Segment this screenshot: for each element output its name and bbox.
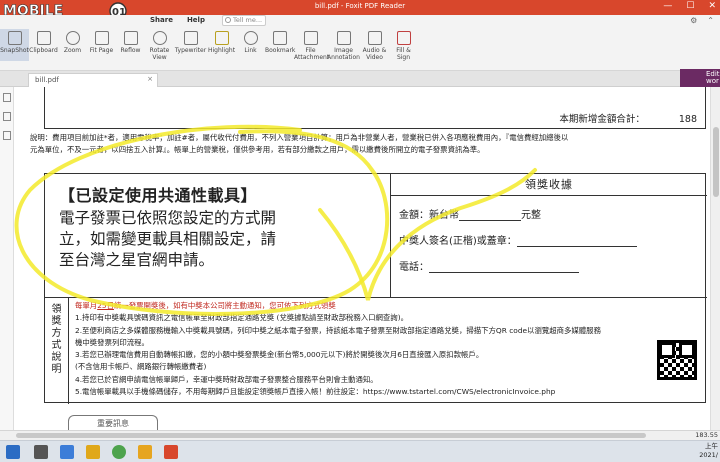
carrier-notice: 【已設定使用共通性載具】 電子發票已依照您設定的方式開 立，如需變更載具相關設定… [45,174,391,298]
qr-code [657,340,697,380]
typewriter-tool[interactable]: Typewriter [174,29,207,61]
receipt-title: 領獎收據 [391,174,707,196]
image-annotation-tool[interactable]: Image Annotation [327,29,360,61]
carrier-line: 電子發票已依照您設定的方式開 [59,209,277,227]
receipt-amount: 金額：新台幣 元整 [399,210,541,221]
notice-item: 2.至便利商店之多媒體服務機輸入中獎載具號碼，列印中獎之紙本電子發票，持該紙本電… [75,325,601,335]
folder-icon[interactable] [138,445,152,459]
taskbar-clock[interactable]: 上午 2021/ [699,442,718,460]
important-info-header: 重要訊息 [68,415,158,430]
horizontal-scrollbar[interactable] [16,433,646,438]
ribbon: Share Help Tell me... ⚙ ⌃ SnapShot Clipb… [0,15,720,71]
vertical-scrollbar[interactable] [710,87,720,430]
link-tool[interactable]: Link [236,29,265,61]
prize-receipt: 領獎收據 金額：新台幣 元整 中獎人簽名(正楷)或蓋章： 電話： [391,174,707,298]
notice-item: (不含信用卡帳戶、網路銀行轉帳繳費者) [75,362,207,372]
minimize-button[interactable]: — [663,1,672,11]
pen-icon [396,31,411,45]
file-explorer-icon[interactable] [86,445,100,459]
comments-icon[interactable] [2,131,11,140]
edit-word-panel[interactable]: Edit wor [680,69,720,87]
fill-sign-tool[interactable]: Fill & Sign [389,29,418,61]
notice-side-label: 領 獎 方 式 說 明 [45,298,69,404]
close-button[interactable]: ✕ [708,1,716,11]
menu-help[interactable]: Help [187,16,205,24]
highlight-tool[interactable]: Highlight [207,29,236,61]
ribbon-tools: SnapShot Clipboard Zoom Fit Page Reflow … [0,29,418,61]
clipboard-icon [36,31,51,45]
pages-icon[interactable] [2,93,11,102]
notice-item: 5.電信帳單載具以手機條碼儲存，不用每期歸戶且能設定領獎帳戶直接入帳！前往設定：… [75,387,556,397]
fit-page-tool[interactable]: Fit Page [87,29,116,61]
highlighter-icon [214,31,229,45]
status-bar: 183.55 [0,430,720,440]
notice-item: 機中獎發票列印流程。 [75,337,149,347]
settings-icon[interactable]: ⚙ [690,16,697,25]
link-icon [243,31,258,45]
fit-page-icon [94,31,109,45]
typewriter-icon [183,31,198,45]
bookmark-tool[interactable]: Bookmark [265,29,295,61]
image-icon [336,31,351,45]
edge-icon[interactable] [60,445,74,459]
zoom-level[interactable]: 183.55 [695,431,718,439]
notice-item: 3.若您已辦理電信費用自動轉帳扣繳，您的小額中獎發票獎金(新台幣5,000元以下… [75,350,484,360]
file-attachment-tool[interactable]: File Attachment [294,29,329,61]
side-navigation [0,87,14,430]
rotate-view-tool[interactable]: Rotate View [145,29,174,61]
prize-claim-instructions: 領 獎 方 式 說 明 每單月25日統一發票開獎後，如有中獎本公司將主動通知，您… [45,298,707,404]
notice-item: 1.持印有中獎載具號碼資訊之電信帳單至財政部指定通路兌獎 (兌獎據點請至財政部稅… [75,313,408,323]
tab-close-icon[interactable]: × [147,75,153,83]
notice-intro: 每單月25日統一發票開獎後，如有中獎本公司將主動通知，您可依下列方式領獎 [75,301,336,310]
chrome-icon[interactable] [112,445,126,459]
carrier-line: 立，如需變更載具相關設定，請 [59,230,277,248]
charges-table-bottom: 本期新增金額合計： 188 [44,87,706,129]
collapse-ribbon-icon[interactable]: ⌃ [707,16,714,25]
search-icon [225,17,231,23]
window-title: bill.pdf - Foxit PDF Reader [314,2,406,10]
explanation-note: 說明：費用項目前加註*者，適用零稅率；加註#者，屬代收代付費用，不列入營業項目計… [30,133,569,154]
scrollbar-thumb[interactable] [713,127,719,197]
foxit-reader-icon[interactable] [164,445,178,459]
zoom-tool[interactable]: Zoom [58,29,87,61]
bookmark-icon [272,31,287,45]
bookmarks-icon[interactable] [2,112,11,121]
tab-label: bill.pdf [35,76,59,84]
task-view-icon[interactable] [34,445,48,459]
reflow-icon [123,31,138,45]
snapshot-tool[interactable]: SnapShot [0,29,29,61]
rotate-icon [152,31,167,45]
start-icon[interactable] [6,445,20,459]
clipboard-tool[interactable]: Clipboard [29,29,58,61]
document-viewport[interactable]: 本期新增金額合計： 188 說明：費用項目前加註*者，適用零稅率；加註#者，屬代收… [14,87,710,430]
maximize-button[interactable]: ☐ [686,1,694,11]
carrier-heading: 【已設定使用共通性載具】 [59,186,258,205]
menu-share[interactable]: Share [150,16,173,24]
carrier-line: 至台灣之星官網申請。 [59,251,215,269]
windows-taskbar: 上午 2021/ [0,440,720,462]
media-icon [367,31,382,45]
audio-video-tool[interactable]: Audio & Video [360,29,389,61]
tab-bill-pdf[interactable]: bill.pdf × [28,73,158,87]
receipt-signature: 中獎人簽名(正楷)或蓋章： [399,232,637,247]
title-bar: MOBILE 01 bill.pdf - Foxit PDF Reader — … [0,0,720,20]
document-tab-strip: bill.pdf × [0,71,720,87]
invoice-box: 【已設定使用共通性載具】 電子發票已依照您設定的方式開 立，如需變更載具相關設定… [44,173,707,404]
tell-me-search[interactable]: Tell me... [222,15,266,26]
pdf-page: 本期新增金額合計： 188 說明：費用項目前加註*者，適用零稅率；加註#者，屬代收… [28,87,707,430]
paperclip-icon [303,31,318,45]
receipt-phone: 電話： [399,258,579,273]
zoom-icon [65,31,80,45]
reflow-tool[interactable]: Reflow [116,29,145,61]
camera-icon [7,31,22,45]
new-amount-total: 本期新增金額合計： 188 [559,114,697,125]
search-placeholder: Tell me... [233,16,263,24]
notice-item: 4.若您已於官網申請電信帳單歸戶，幸運中獎時財政部電子發票整合服務平台則會主動通… [75,374,378,384]
